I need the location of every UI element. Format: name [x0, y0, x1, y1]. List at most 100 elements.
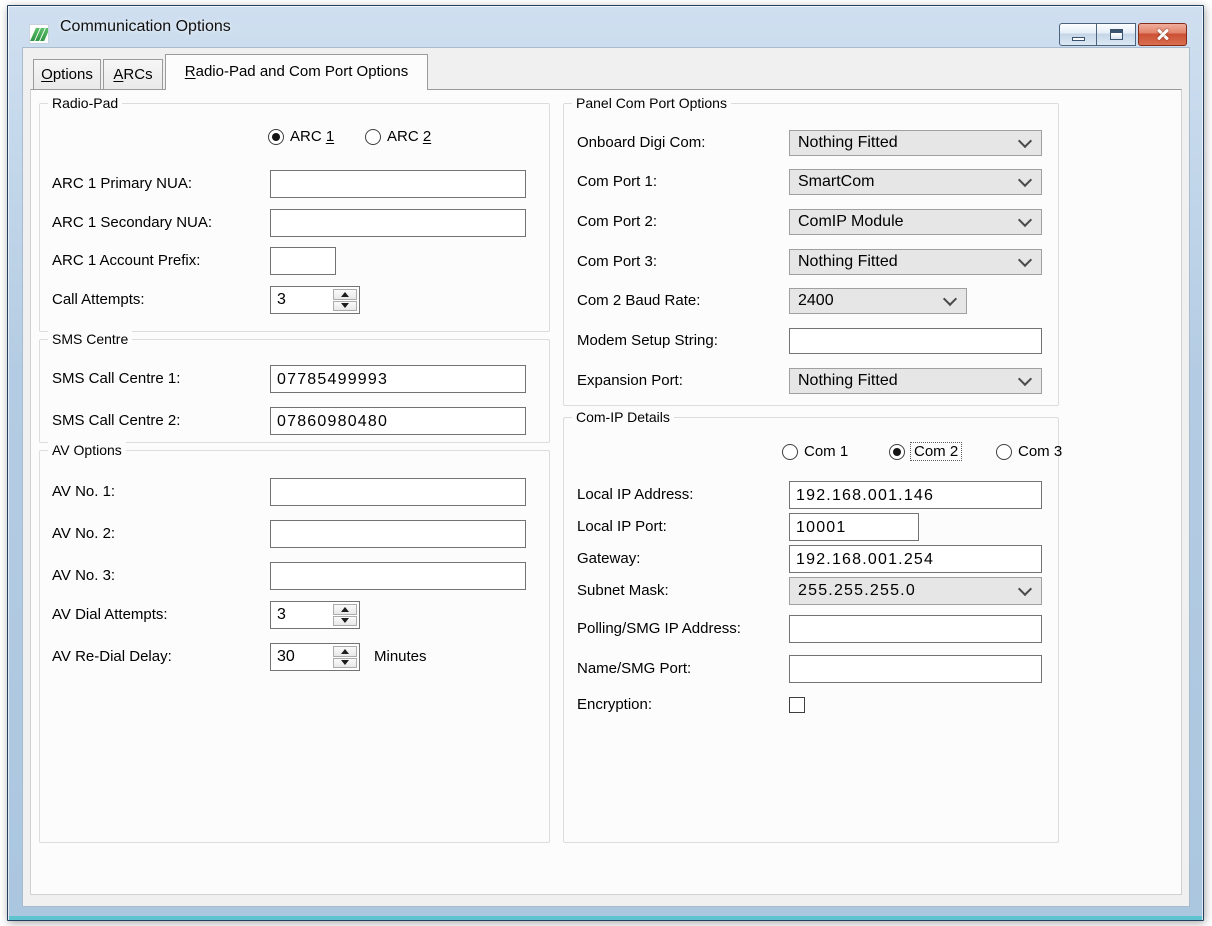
arc1-radio[interactable]: ARC 1 [268, 128, 334, 145]
call-attempts-label: Call Attempts: [52, 286, 145, 314]
chevron-down-icon [1018, 212, 1032, 226]
av-no-3-label: AV No. 3: [52, 562, 115, 590]
modem-setup-string-label: Modem Setup String: [577, 328, 718, 354]
com-2-baud-rate-select[interactable]: 2400 [789, 288, 967, 314]
encryption-checkbox[interactable] [789, 697, 805, 713]
spinner-value: 3 [277, 602, 286, 628]
com-port-1-label: Com Port 1: [577, 169, 657, 195]
arrow-down-icon [341, 660, 349, 665]
spinner-up-button[interactable] [333, 604, 357, 615]
encryption-label: Encryption: [577, 691, 652, 719]
av-dial-attempts-spinner[interactable]: 3 [270, 601, 360, 629]
local-ip-port-label: Local IP Port: [577, 513, 667, 541]
group-title: AV Options [48, 441, 126, 459]
group-title: Panel Com Port Options [572, 94, 731, 112]
maximize-icon [1110, 29, 1123, 40]
onboard-digi-com-select[interactable]: Nothing Fitted [789, 130, 1042, 156]
tab-page-radio-pad-com-port: Radio-Pad ARC 1 ARC 2 ARC 1 Primary NUA:… [30, 89, 1182, 895]
close-icon [1155, 27, 1171, 43]
radio-selected-icon [889, 444, 905, 460]
local-ip-address-input[interactable] [789, 481, 1042, 509]
sms-call-centre-2-input[interactable] [270, 407, 526, 435]
communication-options-window: Communication Options Options ARCs Radio… [7, 5, 1204, 921]
arc1-account-prefix-input[interactable] [270, 247, 336, 275]
sms-call-centre-1-input[interactable] [270, 365, 526, 393]
app-logo-icon [29, 24, 49, 44]
chevron-down-icon [1018, 581, 1032, 595]
av-no-1-input[interactable] [270, 478, 526, 506]
group-com-ip-details: Com-IP Details Com 1 Com 2 Com 3 Local I… [563, 417, 1059, 843]
arrow-up-icon [341, 649, 349, 654]
close-button[interactable] [1138, 23, 1187, 46]
radio-unselected-icon [996, 444, 1012, 460]
group-radio-pad: Radio-Pad ARC 1 ARC 2 ARC 1 Primary NUA:… [39, 103, 550, 332]
subnet-mask-select[interactable]: 255.255.255.0 [789, 577, 1042, 605]
com-port-2-select[interactable]: ComIP Module [789, 209, 1042, 235]
onboard-digi-com-label: Onboard Digi Com: [577, 130, 705, 156]
arc1-primary-nua-input[interactable] [270, 170, 526, 198]
group-title: SMS Centre [48, 330, 132, 348]
chevron-down-icon [1018, 133, 1032, 147]
chevron-down-icon [1018, 172, 1032, 186]
arc1-account-prefix-label: ARC 1 Account Prefix: [52, 247, 200, 275]
com-1-radio[interactable]: Com 1 [782, 443, 848, 460]
arrow-down-icon [341, 303, 349, 308]
com-port-2-label: Com Port 2: [577, 209, 657, 235]
maximize-button[interactable] [1097, 23, 1136, 46]
window-title: Communication Options [60, 18, 231, 36]
tab-options[interactable]: Options [33, 59, 101, 89]
expansion-port-select[interactable]: Nothing Fitted [789, 368, 1042, 394]
local-ip-address-label: Local IP Address: [577, 481, 693, 509]
arc1-secondary-nua-input[interactable] [270, 209, 526, 237]
group-panel-com-port-options: Panel Com Port Options Onboard Digi Com:… [563, 103, 1059, 406]
group-av-options: AV Options AV No. 1: AV No. 2: AV No. 3:… [39, 450, 550, 843]
minutes-label: Minutes [374, 643, 427, 671]
gateway-input[interactable] [789, 545, 1042, 573]
subnet-mask-label: Subnet Mask: [577, 577, 669, 605]
spinner-value: 30 [277, 644, 295, 670]
com-port-3-select[interactable]: Nothing Fitted [789, 249, 1042, 275]
window-controls [1057, 23, 1187, 46]
call-attempts-spinner[interactable]: 3 [270, 286, 360, 314]
tab-arcs[interactable]: ARCs [103, 59, 163, 89]
av-no-1-label: AV No. 1: [52, 478, 115, 506]
name-smg-port-input[interactable] [789, 655, 1042, 683]
av-no-3-input[interactable] [270, 562, 526, 590]
minimize-button[interactable] [1059, 23, 1097, 46]
av-no-2-label: AV No. 2: [52, 520, 115, 548]
com-2-radio[interactable]: Com 2 [889, 443, 961, 460]
arrow-up-icon [341, 607, 349, 612]
com-port-1-select[interactable]: SmartCom [789, 169, 1042, 195]
polling-smg-ip-label: Polling/SMG IP Address: [577, 615, 741, 643]
arrow-up-icon [341, 292, 349, 297]
modem-setup-string-input[interactable] [789, 328, 1042, 354]
spinner-up-button[interactable] [333, 646, 357, 657]
minimize-icon [1072, 37, 1085, 41]
sms-call-centre-1-label: SMS Call Centre 1: [52, 365, 180, 393]
spinner-value: 3 [277, 287, 286, 313]
dialog-client-area: Options ARCs Radio-Pad and Com Port Opti… [22, 47, 1190, 907]
local-ip-port-input[interactable] [789, 513, 919, 541]
radio-unselected-icon [782, 444, 798, 460]
polling-smg-ip-input[interactable] [789, 615, 1042, 643]
av-no-2-input[interactable] [270, 520, 526, 548]
group-title: Com-IP Details [572, 408, 674, 426]
spinner-down-button[interactable] [333, 616, 357, 627]
av-dial-attempts-label: AV Dial Attempts: [52, 601, 168, 629]
group-title: Radio-Pad [48, 94, 122, 112]
av-redial-delay-label: AV Re-Dial Delay: [52, 643, 172, 671]
arc1-primary-nua-label: ARC 1 Primary NUA: [52, 170, 192, 198]
arc1-secondary-nua-label: ARC 1 Secondary NUA: [52, 209, 212, 237]
group-sms-centre: SMS Centre SMS Call Centre 1: SMS Call C… [39, 339, 550, 443]
com-3-radio[interactable]: Com 3 [996, 443, 1062, 460]
arc2-radio[interactable]: ARC 2 [365, 128, 431, 145]
spinner-down-button[interactable] [333, 301, 357, 312]
sms-call-centre-2-label: SMS Call Centre 2: [52, 407, 180, 435]
spinner-down-button[interactable] [333, 658, 357, 669]
chevron-down-icon [943, 291, 957, 305]
av-redial-delay-spinner[interactable]: 30 [270, 643, 360, 671]
radio-selected-icon [268, 129, 284, 145]
titlebar: Communication Options [8, 6, 1203, 47]
spinner-up-button[interactable] [333, 289, 357, 300]
tab-radio-pad-and-com-port-options[interactable]: Radio-Pad and Com Port Options [165, 54, 428, 90]
